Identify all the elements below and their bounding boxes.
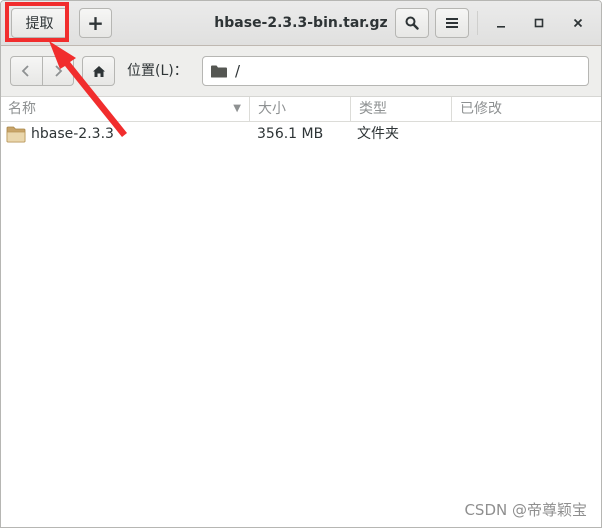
annotation-arrow [49, 41, 127, 137]
watermark: CSDN @帝尊颖宝 [464, 501, 587, 519]
